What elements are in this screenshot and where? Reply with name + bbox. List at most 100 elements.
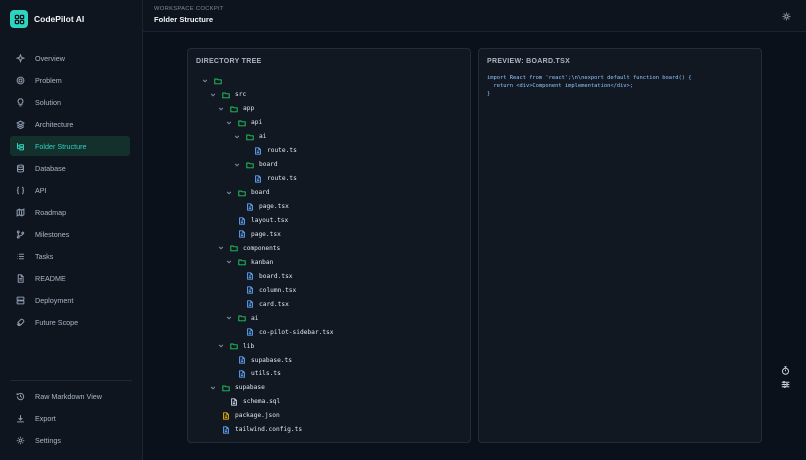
folder-icon: [237, 118, 246, 127]
tree-item-name: tailwind.config.ts: [235, 426, 303, 434]
sidebar-item-roadmap[interactable]: Roadmap: [10, 202, 130, 222]
topbar: WORKSPACE COCKPIT Folder Structure: [143, 0, 806, 32]
tree-item-name: page.tsx: [251, 230, 281, 238]
tree-file[interactable]: supabase.ts: [225, 354, 292, 366]
brand[interactable]: CodePilot AI: [10, 9, 84, 29]
sidebar-item-solution[interactable]: Solution: [10, 92, 130, 112]
gear-icon: [15, 435, 25, 445]
sidebar-item-deployment[interactable]: Deployment: [10, 290, 130, 310]
tree-item-name: package.json: [235, 412, 280, 420]
tree-folder[interactable]: kanban: [225, 256, 273, 268]
tree-folder[interactable]: board: [225, 187, 270, 199]
chevron-down-icon[interactable]: [201, 77, 209, 85]
file-icon: [237, 369, 246, 378]
tree-item-name: components: [243, 244, 281, 252]
stopwatch-icon: [781, 365, 789, 375]
tree-folder[interactable]: ai: [233, 131, 266, 143]
tree-folder[interactable]: supabase: [209, 382, 265, 394]
settings-sliders-button[interactable]: [778, 377, 792, 391]
sidebar-item-database[interactable]: Database: [10, 158, 130, 178]
chevron-down-icon[interactable]: [209, 91, 217, 99]
file-icon: [245, 328, 254, 337]
tree-file[interactable]: column.tsx: [233, 284, 296, 296]
target-icon: [15, 75, 25, 85]
tree-folder[interactable]: api: [225, 117, 262, 129]
chevron-down-icon[interactable]: [217, 105, 225, 113]
file-icon: [237, 230, 246, 239]
tree-file[interactable]: page.tsx: [225, 228, 281, 240]
tree-file[interactable]: route.ts: [241, 145, 297, 157]
tree-folder[interactable]: ai: [225, 312, 258, 324]
nav-item-label: Problem: [35, 75, 62, 85]
tree-item-name: lib: [243, 342, 255, 350]
sidebar-footer-item-raw-markdown-view[interactable]: Raw Markdown View: [10, 386, 130, 406]
tree-file[interactable]: board.tsx: [233, 270, 293, 282]
page-title: Folder Structure: [154, 15, 214, 24]
folder-icon: [237, 258, 246, 267]
sidebar-item-problem[interactable]: Problem: [10, 70, 130, 90]
sidebar-item-overview[interactable]: Overview: [10, 48, 130, 68]
tree-file[interactable]: route.ts: [241, 173, 297, 185]
tree-file[interactable]: package.json: [209, 410, 280, 422]
timer-button[interactable]: [778, 363, 792, 377]
tree-file[interactable]: page.tsx: [233, 201, 289, 213]
nav-item-label: Tasks: [35, 251, 54, 261]
folder-icon: [221, 383, 230, 392]
code-preview: import React from 'react';\n\nexport def…: [487, 75, 692, 98]
tree-file[interactable]: co-pilot-sidebar.tsx: [233, 326, 334, 338]
folder-icon: [229, 104, 238, 113]
map-icon: [15, 207, 25, 217]
tree-folder[interactable]: lib: [217, 340, 254, 352]
sidebar-item-folder-structure[interactable]: Folder Structure: [10, 136, 130, 156]
tree-folder[interactable]: app: [217, 103, 254, 115]
tree-file[interactable]: schema.sql: [217, 396, 280, 408]
chevron-down-icon[interactable]: [225, 119, 233, 127]
tree-file[interactable]: card.tsx: [233, 298, 289, 310]
folder-icon: [245, 160, 254, 169]
file-icon: [245, 286, 254, 295]
preview-title: PREVIEW: BOARD.TSX: [487, 58, 571, 65]
layers-icon: [15, 119, 25, 129]
tree-file[interactable]: utils.ts: [225, 368, 281, 380]
chevron-down-icon[interactable]: [209, 384, 217, 392]
tree-item-name: card.tsx: [259, 300, 289, 308]
sidebar-item-tasks[interactable]: Tasks: [10, 246, 130, 266]
sidebar-item-api[interactable]: API: [10, 180, 130, 200]
sidebar-item-readme[interactable]: README: [10, 268, 130, 288]
chevron-down-icon[interactable]: [233, 133, 241, 141]
folder-icon: [245, 132, 254, 141]
sidebar-item-architecture[interactable]: Architecture: [10, 114, 130, 134]
tree-folder[interactable]: [201, 75, 227, 87]
tree-item-name: co-pilot-sidebar.tsx: [259, 328, 334, 336]
tree-file[interactable]: tailwind.config.ts: [209, 424, 302, 436]
file-icon: [245, 202, 254, 211]
sidebar-divider: [10, 380, 132, 381]
sidebar-item-future-scope[interactable]: Future Scope: [10, 312, 130, 332]
file-icon: [253, 146, 262, 155]
nav-item-label: Overview: [35, 53, 65, 63]
chevron-down-icon[interactable]: [217, 342, 225, 350]
theme-toggle-button[interactable]: [780, 10, 792, 22]
chevron-down-icon[interactable]: [217, 244, 225, 252]
sidebar-footer-item-export[interactable]: Export: [10, 408, 130, 428]
tree-folder[interactable]: components: [217, 242, 280, 254]
chevron-down-icon[interactable]: [233, 161, 241, 169]
directory-tree-title: DIRECTORY TREE: [196, 58, 262, 65]
tree-folder[interactable]: src: [209, 89, 246, 101]
chevron-down-icon[interactable]: [225, 314, 233, 322]
tree-item-name: column.tsx: [259, 286, 297, 294]
chevron-down-icon[interactable]: [225, 189, 233, 197]
tree-item-name: ai: [259, 133, 267, 141]
tree-item-name: supabase.ts: [251, 356, 292, 364]
tree-file[interactable]: layout.tsx: [225, 215, 288, 227]
tree-folder[interactable]: board: [233, 159, 278, 171]
sidebar-footer-item-settings[interactable]: Settings: [10, 430, 130, 450]
sidebar-item-milestones[interactable]: Milestones: [10, 224, 130, 244]
tree-item-name: route.ts: [267, 147, 297, 155]
chevron-down-icon[interactable]: [225, 258, 233, 266]
